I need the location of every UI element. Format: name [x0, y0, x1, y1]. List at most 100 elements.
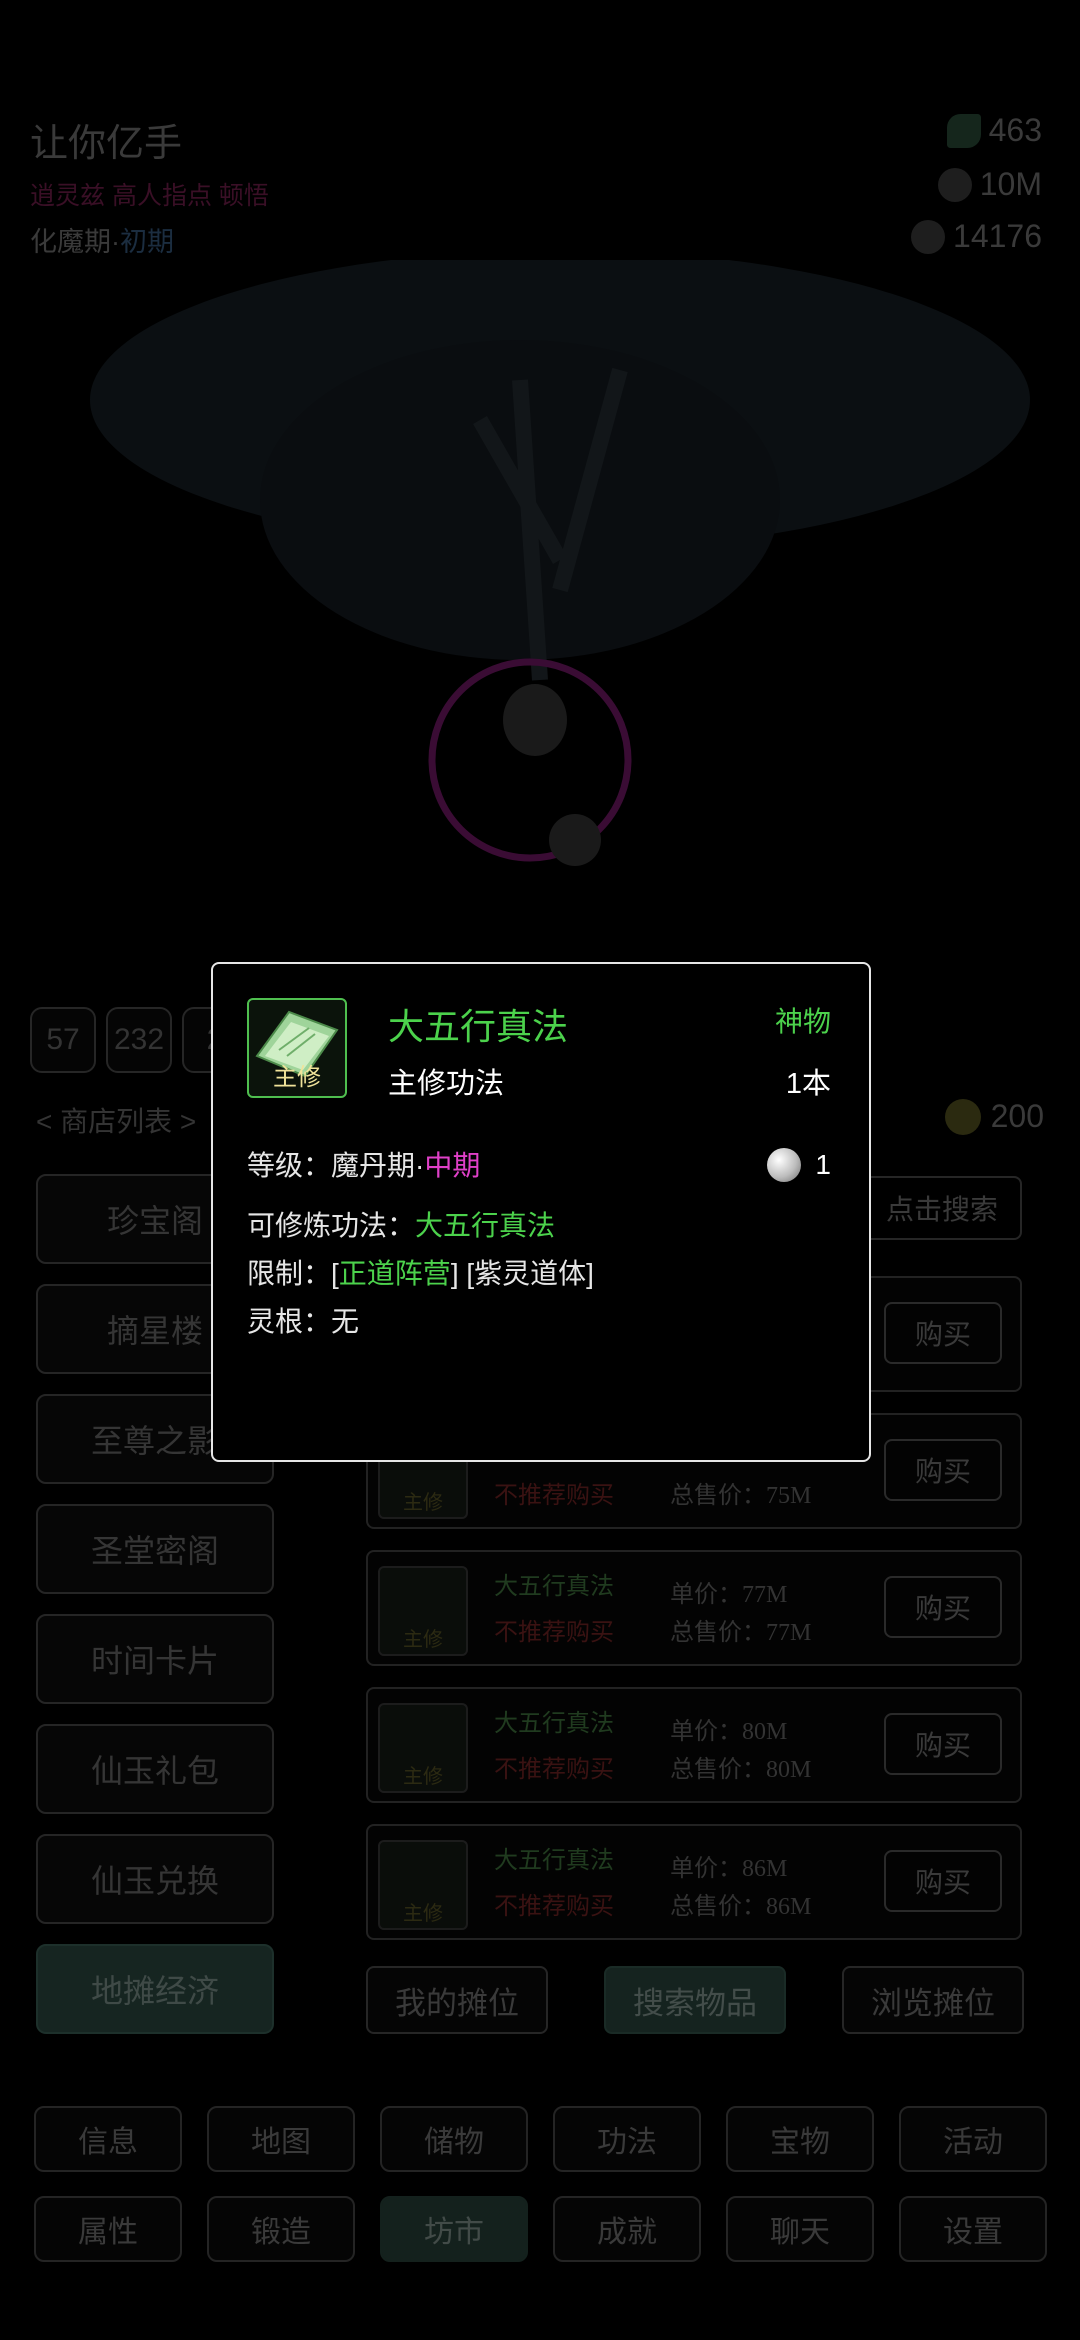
realm-sep: ·	[111, 227, 120, 257]
market-action-button[interactable]: 搜索物品	[604, 1966, 786, 2034]
resource-silver-value: 10M	[979, 166, 1042, 202]
listing-total-price: 总售价：86M	[670, 1894, 812, 1920]
buy-button[interactable]: 购买	[884, 1850, 1002, 1912]
cultivate-value: 大五行真法	[415, 1210, 556, 1241]
item-rarity: 神物	[774, 1006, 831, 1037]
pearl-icon	[767, 1148, 802, 1182]
leaf-icon	[946, 113, 981, 148]
nav-tab[interactable]: 锻造	[207, 2196, 355, 2262]
resource-leaf: 463	[946, 112, 1042, 149]
nav-tab[interactable]: 信息	[34, 2106, 182, 2172]
restrict-close: ]	[450, 1258, 459, 1289]
token-icon	[944, 1098, 981, 1135]
shop-menu-item[interactable]: 圣堂密阁	[36, 1504, 274, 1594]
shop-menu-item[interactable]: 仙玉兑换	[36, 1834, 274, 1924]
badge[interactable]: 57	[30, 1007, 96, 1073]
nav-tab[interactable]: 活动	[899, 2106, 1047, 2172]
nav-tab[interactable]: 功法	[553, 2106, 701, 2172]
scripture-book-icon: 主修	[378, 1703, 468, 1793]
market-action-button[interactable]: 我的摊位	[366, 1966, 548, 2034]
item-cultivate: 可修炼功法：大五行真法	[247, 1204, 555, 1244]
shop-menu-item[interactable]: 仙玉礼包	[36, 1724, 274, 1814]
level-stage: 中期	[424, 1150, 481, 1181]
listing-tag: 主修	[403, 1629, 443, 1651]
player-titles: 逍灵兹 高人指点 顿悟	[30, 182, 269, 210]
level-label: 等级：	[247, 1150, 332, 1181]
buy-button[interactable]: 购买	[884, 1576, 1002, 1638]
buy-button[interactable]: 购买	[884, 1713, 1002, 1775]
restrict-body: [紫灵道体]	[466, 1258, 594, 1289]
nav-tab[interactable]: 聊天	[726, 2196, 874, 2262]
listing-warning: 不推荐购买	[494, 1893, 614, 1920]
listing-tag: 主修	[403, 1903, 443, 1925]
nav-tab[interactable]: 属性	[34, 2196, 182, 2262]
resource-silver: 10M	[937, 166, 1042, 203]
level-realm: 魔丹期	[331, 1150, 416, 1181]
nav-tab[interactable]: 储物	[380, 2106, 528, 2172]
spirit-orb	[549, 814, 601, 866]
listing-row: 主修 大五行真法不推荐购买 单价：80M 总售价：80M 购买	[366, 1687, 1022, 1803]
realm-name: 化魔期	[30, 227, 111, 257]
item-level: 等级：魔丹期·中期	[247, 1144, 480, 1184]
restrict-open: [	[331, 1258, 339, 1289]
shop-menu-item[interactable]: 时间卡片	[36, 1614, 274, 1704]
listing-unit-price: 单价：80M	[670, 1719, 788, 1745]
root-value: 无	[331, 1306, 360, 1337]
nav-tab[interactable]: 成就	[553, 2196, 701, 2262]
scripture-book-icon: 主修	[378, 1840, 468, 1930]
cultivation-scene	[90, 260, 1030, 866]
listing-tag: 主修	[403, 1766, 443, 1788]
resource-leaf-value: 463	[988, 112, 1042, 148]
nav-tab[interactable]: 设置	[899, 2196, 1047, 2262]
listing-unit-price: 单价：86M	[670, 1856, 788, 1882]
item-count: 1本	[785, 1068, 831, 1100]
level-sep: ·	[415, 1150, 425, 1181]
player-realm: 化魔期·初期	[30, 220, 174, 259]
nav-tab[interactable]: 地图	[207, 2106, 355, 2172]
listing-warning: 不推荐购买	[494, 1619, 614, 1646]
meditating-figure	[503, 684, 567, 756]
listing-name: 大五行真法	[494, 1710, 614, 1737]
nav-tab[interactable]: 坊市	[380, 2196, 528, 2262]
listing-name: 大五行真法	[494, 1847, 614, 1874]
market-action-button[interactable]: 浏览摊位	[842, 1966, 1024, 2034]
item-title: 大五行真法	[388, 1006, 569, 1047]
shop-currency-value: 200	[990, 1098, 1044, 1134]
shop-list-label[interactable]: < 商店列表 >	[36, 1100, 196, 1140]
restrict-label: 限制：	[247, 1258, 332, 1289]
listing-total-price: 总售价：77M	[670, 1620, 812, 1646]
realm-stage: 初期	[120, 227, 174, 257]
item-restriction: 限制：[正道阵营] [紫灵道体]	[247, 1252, 594, 1292]
resource-stone: 14176	[911, 218, 1042, 255]
listing-total-price: 总售价：75M	[670, 1483, 812, 1509]
listing-name: 大五行真法	[494, 1573, 614, 1600]
listing-row: 主修 大五行真法不推荐购买 单价：77M 总售价：77M 购买	[366, 1550, 1022, 1666]
player-name: 让你亿手	[30, 123, 183, 165]
listing-total-price: 总售价：80M	[670, 1757, 812, 1783]
resource-stone-value: 14176	[953, 218, 1042, 254]
root-label: 灵根：	[247, 1306, 332, 1337]
listing-row: 主修 大五行真法不推荐购买 单价：86M 总售价：86M 购买	[366, 1824, 1022, 1940]
item-type: 主修功法	[388, 1068, 505, 1100]
badge[interactable]: 232	[106, 1007, 172, 1073]
nav-tab[interactable]: 宝物	[726, 2106, 874, 2172]
item-icon: 主修	[247, 998, 347, 1098]
listing-tag: 主修	[403, 1492, 443, 1514]
shop-menu-item[interactable]: 地摊经济	[36, 1944, 274, 2034]
listing-warning: 不推荐购买	[494, 1482, 614, 1509]
silver-coin-icon	[937, 167, 972, 202]
item-tag: 主修	[273, 1065, 321, 1091]
buy-button[interactable]: 购买	[884, 1439, 1002, 1501]
buy-button[interactable]: 购买	[884, 1302, 1002, 1364]
click-search-button[interactable]: 点击搜索	[862, 1176, 1022, 1240]
item-quantity: 1	[767, 1148, 831, 1182]
cultivate-label: 可修炼功法：	[247, 1210, 416, 1241]
shop-currency: 200	[944, 1098, 1044, 1135]
scripture-book-icon: 主修	[378, 1566, 468, 1656]
item-detail-popup: 主修 大五行真法 主修功法 神物 1本 等级：魔丹期·中期 1 可修炼功法：大五…	[211, 962, 871, 1462]
item-quantity-value: 1	[815, 1149, 831, 1180]
listing-unit-price: 单价：77M	[670, 1582, 788, 1608]
listing-warning: 不推荐购买	[494, 1756, 614, 1783]
restrict-camp: 正道阵营	[338, 1258, 451, 1289]
spirit-stone-icon	[911, 219, 946, 254]
